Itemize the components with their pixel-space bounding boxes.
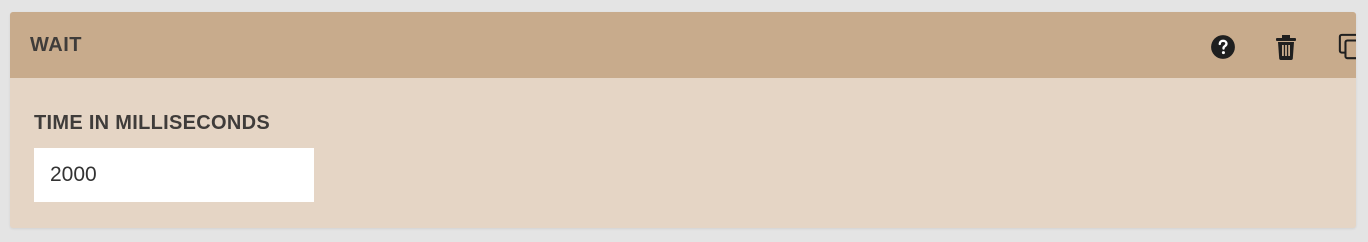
help-button[interactable] [1209, 33, 1237, 61]
wait-step-card: WAIT TIME IN MILLISECONDS 2000 [10, 12, 1356, 228]
time-in-milliseconds-input[interactable] [34, 148, 314, 202]
time-in-milliseconds-label: TIME IN MILLISECONDS [34, 112, 270, 134]
card-title: WAIT [30, 33, 82, 56]
card-body: TIME IN MILLISECONDS [10, 78, 1356, 202]
trash-icon [1276, 35, 1296, 60]
copy-icon [1338, 33, 1356, 60]
question-circle-icon [1211, 35, 1235, 59]
duplicate-button[interactable] [1338, 33, 1356, 61]
card-header: WAIT [10, 12, 1356, 78]
card-actions [1096, 12, 1356, 78]
delete-button[interactable] [1272, 33, 1300, 61]
